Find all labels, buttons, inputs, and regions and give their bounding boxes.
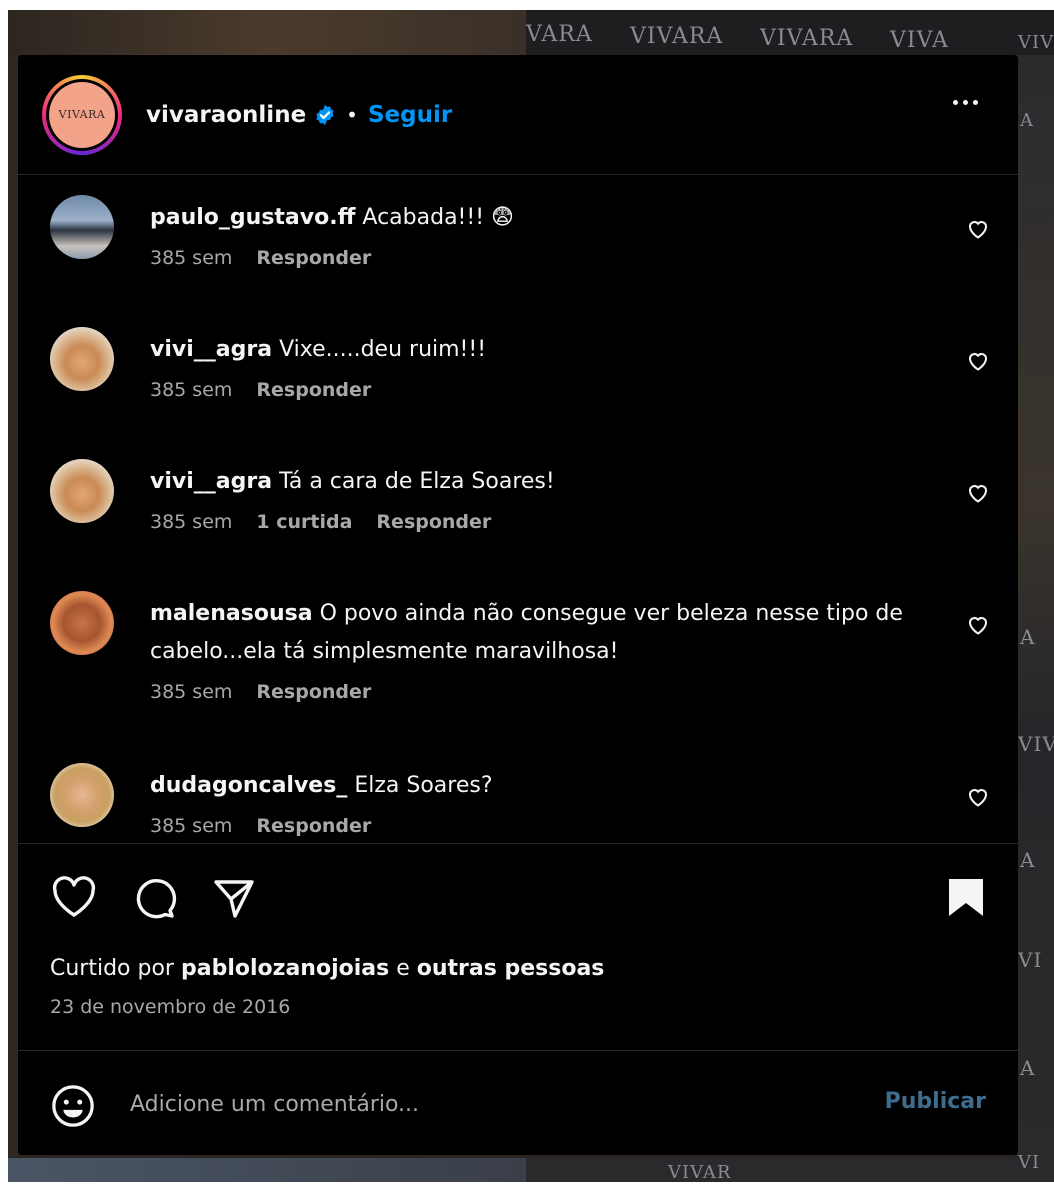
comment-like-heart-icon[interactable] [966,613,990,637]
watermark: VIV [1018,732,1054,756]
bookmark-icon[interactable] [942,874,990,922]
background-photo [8,1158,528,1182]
brand-logo: VIVARA [49,81,115,148]
comment-text: Elza Soares? [354,773,493,798]
commenter-avatar[interactable] [50,591,114,655]
comment-username[interactable]: malenasousa [150,601,313,626]
watermark: A [1020,1056,1036,1080]
comment-time[interactable]: 385 sem [150,511,232,533]
comment-like-count[interactable]: 1 curtida [256,511,352,533]
emoji-icon[interactable] [50,1083,96,1129]
comment-like-heart-icon[interactable] [966,349,990,373]
post-comments-panel: VIVARA vivaraonline • Seguir paulo_gusta… [18,55,1018,1155]
comment-like-heart-icon[interactable] [966,785,990,809]
publish-button[interactable]: Publicar [885,1089,986,1114]
liked-by-user[interactable]: pablolozanojoias [181,956,389,981]
comment-username[interactable]: vivi__agra [150,337,272,362]
comment-text: Tá a cara de Elza Soares! [279,469,555,494]
comment-username[interactable]: paulo_gustavo.ff [150,205,355,230]
commenter-avatar[interactable] [50,763,114,827]
liked-by-others-link[interactable]: outras pessoas [417,956,605,981]
watermark: A [1020,848,1036,872]
verified-badge-icon [316,104,334,125]
reply-button[interactable]: Responder [256,815,371,837]
follow-button[interactable]: Seguir [368,102,452,128]
comment-username[interactable]: dudagoncalves_ [150,773,347,798]
separator-dot: • [346,102,358,127]
comment-time[interactable]: 385 sem [150,247,232,269]
watermark: VIVAR [668,1162,732,1182]
commenter-avatar[interactable] [50,327,114,391]
background-photo [1018,55,1054,1182]
comment-username[interactable]: vivi__agra [150,469,272,494]
comment-like-heart-icon[interactable] [966,217,990,241]
profile-avatar[interactable]: VIVARA [42,74,122,155]
watermark: A [1020,625,1036,649]
comments-list[interactable]: paulo_gustavo.ff Acabada!!! 😨 385 sem Re… [18,175,1018,843]
watermark: VIV [1018,32,1054,53]
reply-button[interactable]: Responder [256,379,371,401]
liked-by-connector: e [396,956,410,981]
post-username[interactable]: vivaraonline [146,102,306,128]
comment-text: Acabada!!! 😨 [362,205,514,230]
post-actions: Curtido por pablolozanojoias e outras pe… [18,843,1018,1051]
comment-text: Vixe.....deu ruim!!! [279,337,487,362]
liked-by-text: Curtido por pablolozanojoias e outras pe… [50,956,604,981]
reply-button[interactable]: Responder [256,247,371,269]
background-photo [8,55,18,1182]
liked-by-prefix: Curtido por [50,956,174,981]
watermark: VIVARA [630,24,724,49]
comment-time[interactable]: 385 sem [150,815,232,837]
add-comment-bar: Publicar [18,1051,1018,1155]
watermark: VIVA [890,28,949,53]
watermark: VARA [526,22,593,47]
reply-button[interactable]: Responder [376,511,491,533]
heart-icon[interactable] [50,874,98,922]
comment-input[interactable] [130,1081,850,1127]
comment-icon[interactable] [130,874,178,922]
comment-like-heart-icon[interactable] [966,481,990,505]
comment-time[interactable]: 385 sem [150,379,232,401]
share-icon[interactable] [210,874,258,922]
background-photo [8,10,528,55]
commenter-avatar[interactable] [50,459,114,523]
watermark: VIVARA [760,26,854,51]
background-photo [526,1158,1054,1182]
post-header: VIVARA vivaraonline • Seguir [18,55,1018,175]
comment-time[interactable]: 385 sem [150,681,232,703]
reply-button[interactable]: Responder [256,681,371,703]
commenter-avatar[interactable] [50,195,114,259]
watermark: VI [1018,1152,1041,1173]
more-horizontal-icon[interactable] [953,100,978,105]
watermark: A [1020,110,1034,131]
watermark: VI [1018,948,1043,972]
post-date[interactable]: 23 de novembro de 2016 [50,996,290,1018]
